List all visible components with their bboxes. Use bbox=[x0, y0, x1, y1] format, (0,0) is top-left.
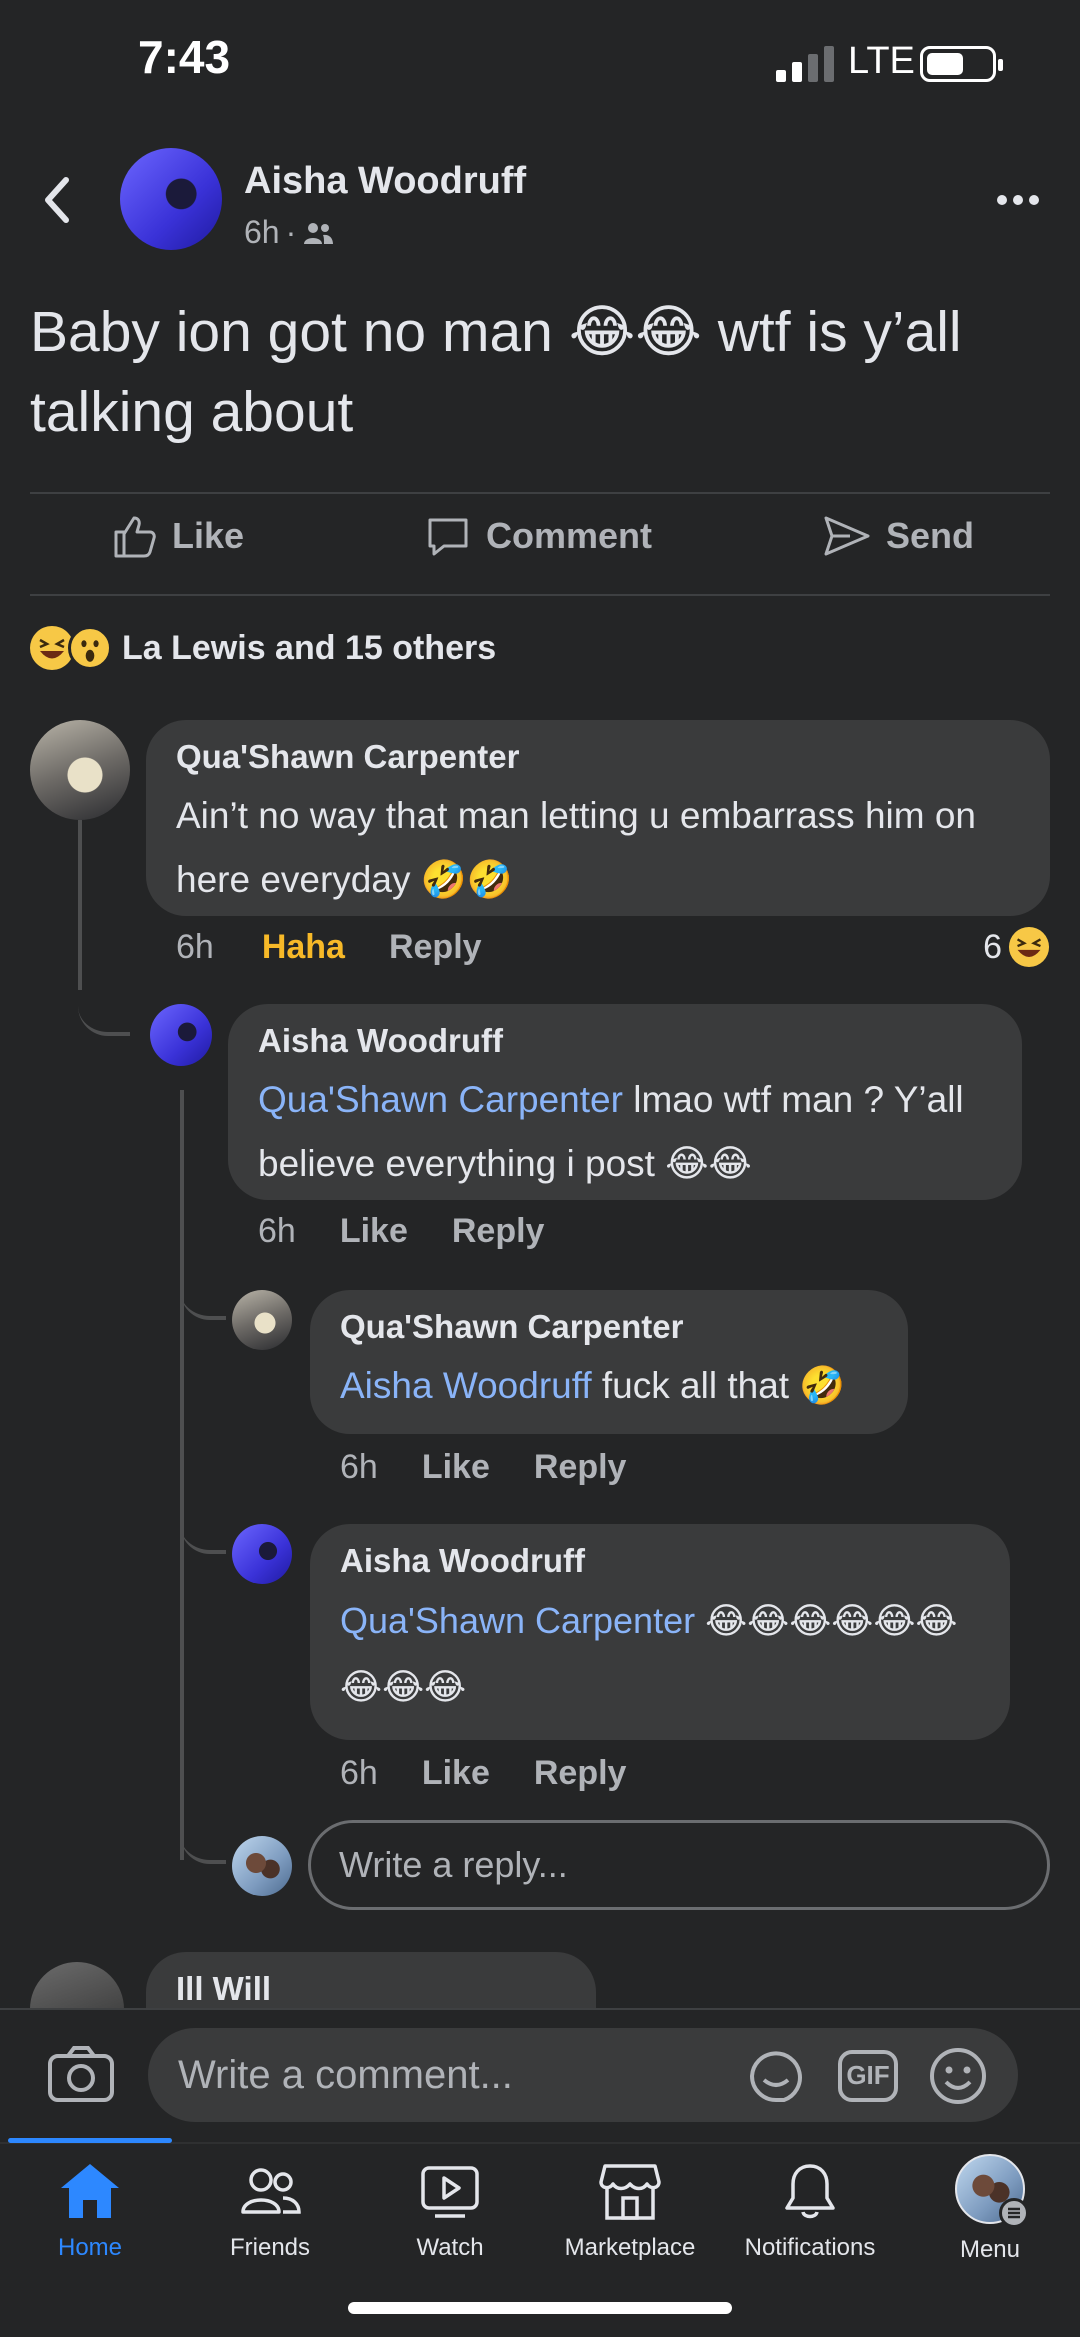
tab-watch[interactable]: Watch bbox=[360, 2160, 540, 2262]
like-button[interactable]: Like bbox=[422, 1448, 490, 1487]
my-avatar bbox=[232, 1836, 292, 1896]
comment-time: 6h bbox=[176, 927, 214, 966]
tab-label: Notifications bbox=[744, 2234, 876, 2261]
tab-marketplace[interactable]: Marketplace bbox=[540, 2160, 720, 2262]
comment-bubble[interactable]: Qua'Shawn Carpenter Ain’t no way that ma… bbox=[146, 720, 1050, 916]
comment-author[interactable]: Qua'Shawn Carpenter bbox=[340, 1308, 878, 1346]
comment-text: Ain’t no way that man letting u embarras… bbox=[176, 795, 976, 900]
like-label: Like bbox=[172, 515, 245, 556]
tab-label: Home bbox=[57, 2234, 123, 2261]
comment-bubble[interactable]: Aisha Woodruff Qua'Shawn Carpenter 😂😂😂😂😂… bbox=[310, 1524, 1010, 1740]
gif-label: GIF bbox=[846, 2060, 890, 2090]
reply-button[interactable]: Reply bbox=[534, 1754, 627, 1793]
comment-author[interactable]: Qua'Shawn Carpenter bbox=[176, 738, 1020, 776]
send-button[interactable]: Send bbox=[822, 512, 974, 560]
mention-link[interactable]: Qua'Shawn Carpenter bbox=[340, 1600, 695, 1641]
marketplace-icon bbox=[599, 2164, 661, 2220]
tab-label: Marketplace bbox=[564, 2234, 696, 2261]
haha-reaction-button[interactable]: Haha bbox=[262, 928, 345, 967]
thread-curve bbox=[180, 1504, 226, 1554]
reply-button[interactable]: Reply bbox=[534, 1448, 627, 1487]
more-options-icon[interactable] bbox=[994, 180, 1042, 220]
post-time: 6h bbox=[244, 214, 280, 250]
post-meta: 6h · bbox=[244, 214, 334, 251]
thread-curve bbox=[180, 1818, 226, 1864]
comment-bubble[interactable]: Qua'Shawn Carpenter Aisha Woodruff fuck … bbox=[310, 1290, 908, 1434]
comment-avatar[interactable] bbox=[150, 1004, 212, 1066]
comment-avatar[interactable] bbox=[232, 1290, 292, 1350]
tab-notifications[interactable]: Notifications bbox=[720, 2160, 900, 2262]
mention-link[interactable]: Qua'Shawn Carpenter bbox=[258, 1079, 623, 1120]
friends-icon bbox=[241, 2168, 301, 2214]
comment-time: 6h bbox=[340, 1448, 378, 1486]
like-icon bbox=[114, 516, 156, 558]
thread-curve bbox=[78, 960, 130, 1036]
signal-icon bbox=[776, 46, 834, 82]
comment-placeholder: Write a comment... bbox=[178, 2052, 513, 2097]
post-author-avatar[interactable] bbox=[120, 148, 222, 250]
reply-button[interactable]: Reply bbox=[452, 1212, 545, 1251]
comment-author[interactable]: Ill Will bbox=[176, 1970, 566, 2008]
home-indicator bbox=[348, 2302, 732, 2314]
comment-meta: 6h Like Reply bbox=[340, 1754, 626, 1793]
comment-time: 6h bbox=[340, 1754, 378, 1792]
divider bbox=[30, 492, 1050, 494]
comment-time: 6h bbox=[258, 1212, 296, 1250]
comment-author[interactable]: Aisha Woodruff bbox=[340, 1542, 980, 1580]
comment-avatar[interactable] bbox=[30, 720, 130, 820]
like-button[interactable]: Like bbox=[340, 1212, 408, 1251]
bell-icon bbox=[785, 2164, 835, 2219]
status-time: 7:43 bbox=[138, 31, 231, 83]
active-tab-indicator bbox=[8, 2138, 172, 2143]
tab-label: Watch bbox=[416, 2234, 484, 2261]
reaction-count[interactable]: 6 bbox=[983, 928, 1002, 967]
send-label: Send bbox=[886, 515, 975, 556]
send-icon bbox=[824, 516, 870, 556]
camera-icon[interactable] bbox=[46, 2044, 116, 2104]
friends-icon bbox=[304, 222, 334, 244]
comment-meta: 6h Haha Reply 6 bbox=[176, 926, 1050, 968]
wow-reaction-icon bbox=[68, 626, 112, 670]
network-type: LTE bbox=[848, 40, 915, 82]
menu-icon bbox=[999, 2198, 1029, 2228]
comment-icon bbox=[428, 518, 468, 556]
tab-friends[interactable]: Friends bbox=[180, 2160, 360, 2262]
thread-curve bbox=[180, 1270, 226, 1320]
tab-menu[interactable]: Menu bbox=[900, 2154, 1080, 2264]
haha-reaction-icon bbox=[1008, 926, 1050, 968]
profile-avatar bbox=[955, 2154, 1029, 2228]
comment-text: fuck all that 🤣 bbox=[591, 1365, 846, 1406]
reply-button[interactable]: Reply bbox=[389, 928, 482, 967]
sticker-icon[interactable] bbox=[744, 2044, 808, 2108]
comment-label: Comment bbox=[486, 515, 653, 556]
like-button[interactable]: Like bbox=[110, 512, 244, 560]
like-button[interactable]: Like bbox=[422, 1754, 490, 1793]
back-button[interactable] bbox=[36, 172, 80, 228]
comment-avatar[interactable] bbox=[232, 1524, 292, 1584]
tab-home[interactable]: Home bbox=[0, 2160, 180, 2262]
comment-button[interactable]: Comment bbox=[424, 512, 652, 560]
divider bbox=[30, 594, 1050, 596]
reactions-text: La Lewis and 15 others bbox=[122, 628, 497, 667]
battery-icon bbox=[920, 46, 1003, 82]
comment-bubble[interactable]: Aisha Woodruff Qua'Shawn Carpenter lmao … bbox=[228, 1004, 1022, 1200]
tab-label: Menu bbox=[959, 2236, 1021, 2263]
emoji-icon[interactable] bbox=[926, 2044, 990, 2108]
watch-icon bbox=[421, 2166, 479, 2218]
reactions-summary[interactable]: La Lewis and 15 others bbox=[30, 626, 496, 670]
thread-line bbox=[180, 1090, 184, 1860]
gif-button[interactable]: GIF bbox=[836, 2044, 900, 2108]
tab-label: Friends bbox=[229, 2234, 311, 2261]
mention-link[interactable]: Aisha Woodruff bbox=[340, 1365, 592, 1406]
reply-placeholder: Write a reply... bbox=[339, 1844, 568, 1885]
comment-meta: 6h Like Reply bbox=[340, 1448, 626, 1487]
home-icon bbox=[61, 2164, 119, 2218]
post-text: Baby ion got no man 😂😂 wtf is y’all talk… bbox=[30, 300, 962, 444]
post-author-name[interactable]: Aisha Woodruff bbox=[244, 160, 526, 203]
reply-input[interactable]: Write a reply... bbox=[308, 1820, 1050, 1910]
comment-meta: 6h Like Reply bbox=[258, 1212, 544, 1251]
comment-author[interactable]: Aisha Woodruff bbox=[258, 1022, 992, 1060]
